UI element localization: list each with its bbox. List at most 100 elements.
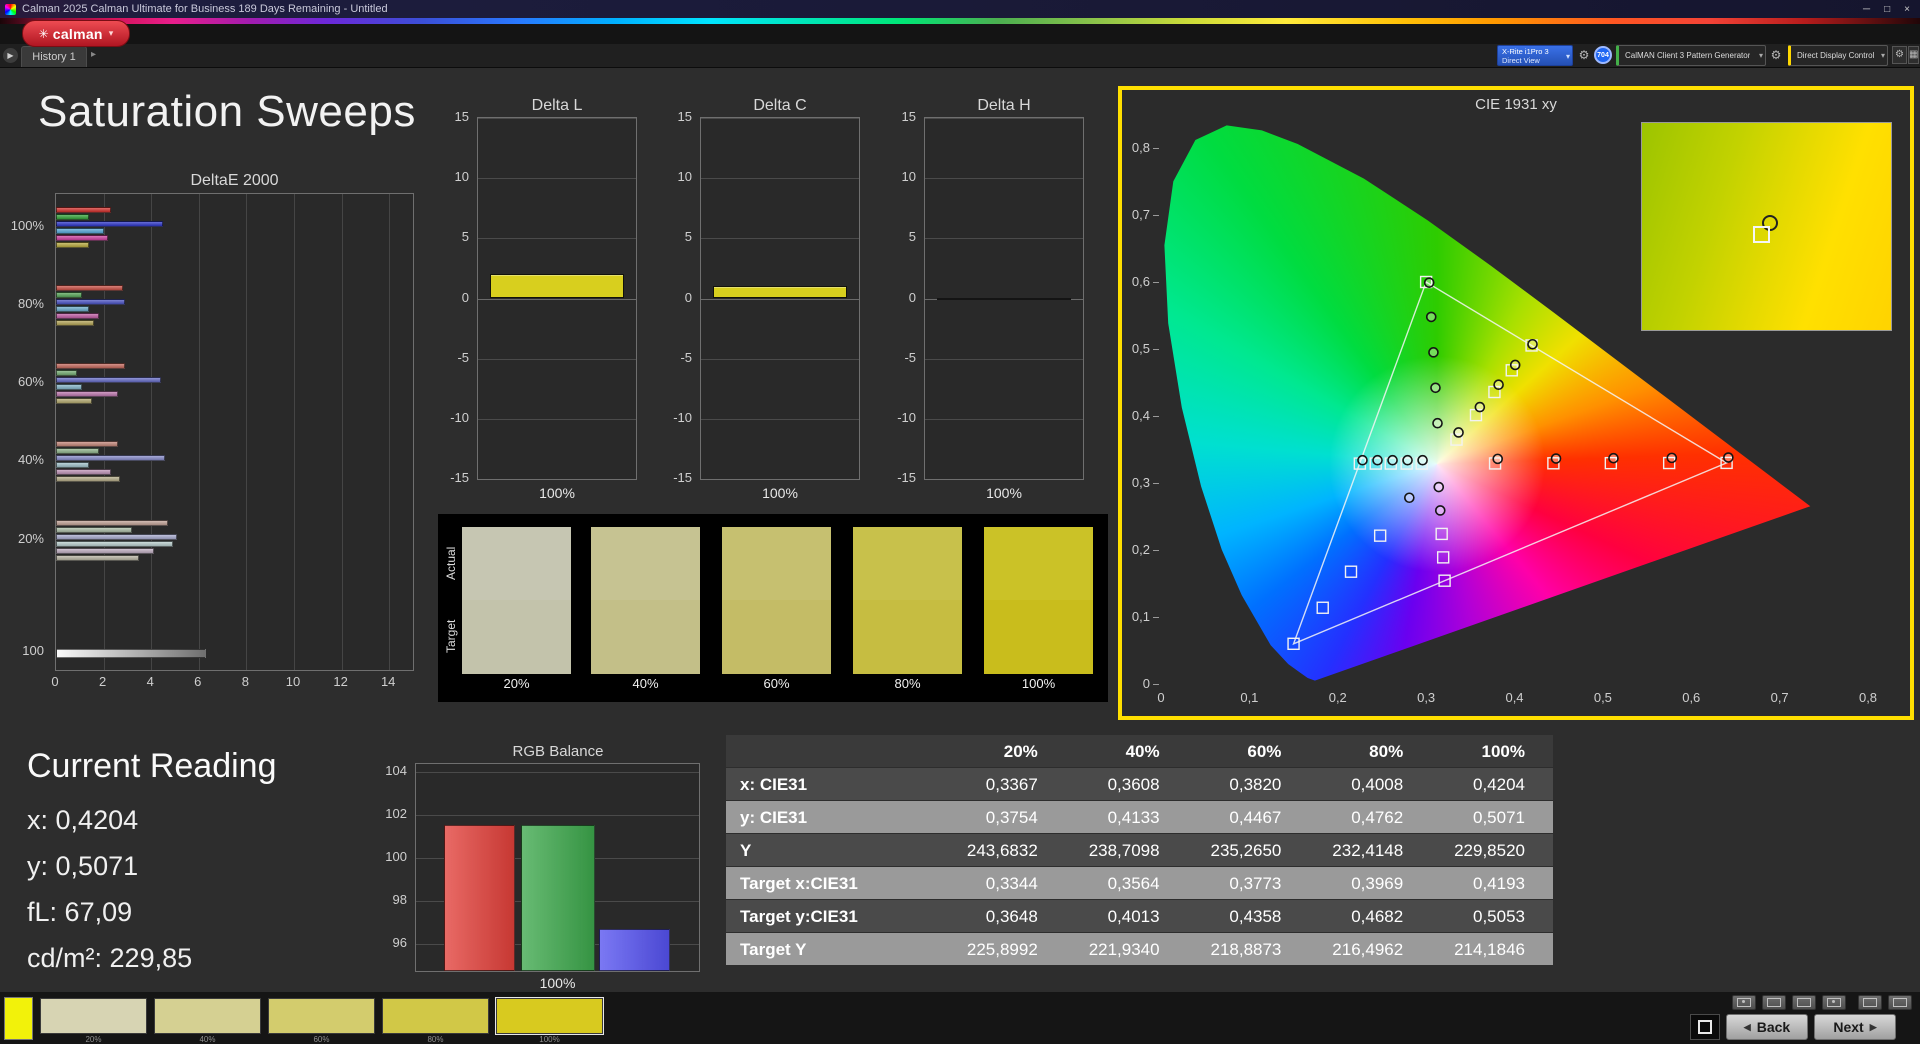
display-preview-button[interactable] xyxy=(1762,995,1786,1010)
y-tick-label: 0,3 xyxy=(1122,475,1150,490)
row-label: y: CIE31 xyxy=(726,801,944,833)
grid-line xyxy=(151,194,152,670)
target-marker-magenta xyxy=(1436,528,1447,539)
app-icon xyxy=(5,4,16,15)
cell-value: 229,8520 xyxy=(1431,834,1553,866)
meter-settings-gear-icon[interactable]: ⚙ xyxy=(1576,47,1592,63)
swatch-columns: 20%40%60%80%100% xyxy=(438,514,1108,702)
layout-grid-button[interactable]: ▦ xyxy=(1908,46,1919,64)
rgb-bar-green xyxy=(521,825,595,971)
chart-view-button[interactable] xyxy=(1858,995,1882,1010)
cell-value: 0,4467 xyxy=(1188,801,1310,833)
cell-value: 0,4193 xyxy=(1431,867,1553,899)
report-button[interactable] xyxy=(1792,995,1816,1010)
table-row: Target x:CIE310,33440,35640,37730,39690,… xyxy=(726,867,1553,900)
cell-value: 0,4008 xyxy=(1309,768,1431,800)
rgb-balance-title: RGB Balance xyxy=(413,743,703,760)
deltae-bar xyxy=(56,548,154,554)
y-tick-label: -15 xyxy=(666,470,692,486)
bottom-swatch[interactable] xyxy=(268,998,375,1034)
y-tick-label: -10 xyxy=(443,410,469,426)
bottom-swatch[interactable] xyxy=(382,998,489,1034)
help-button[interactable] xyxy=(1888,995,1912,1010)
delta-value-bar xyxy=(490,274,624,298)
maximize-button[interactable]: □ xyxy=(1884,4,1890,15)
measured-marker-yellow xyxy=(1494,380,1503,389)
deltae-bar xyxy=(56,649,206,658)
calman-menu-button[interactable]: ✳ calman ▾ xyxy=(22,20,130,47)
measured-marker-red xyxy=(1552,454,1561,463)
back-button[interactable]: ◀ Back xyxy=(1726,1014,1808,1040)
pattern-settings-gear-icon[interactable]: ⚙ xyxy=(1768,47,1784,63)
measured-marker-green xyxy=(1427,312,1436,321)
cell-value: 0,3564 xyxy=(1066,867,1188,899)
y-tick-mark xyxy=(1153,416,1159,417)
grid-line xyxy=(701,419,859,420)
deltae-bar xyxy=(56,520,168,526)
notes-button[interactable] xyxy=(1822,995,1846,1010)
deltae-bar xyxy=(56,541,173,547)
cell-value: 232,4148 xyxy=(1309,834,1431,866)
delta-l-y-axis: 151050-5-10-15 xyxy=(443,117,473,480)
meter-select-button[interactable]: X-Rite i1Pro 3 Direct View ▾ xyxy=(1497,45,1573,66)
y-tick-label: 0,2 xyxy=(1122,542,1150,557)
settings-gear-button[interactable]: ⚙ xyxy=(1892,46,1907,64)
saturation-strip: 20%40%60%80%100% xyxy=(0,992,1920,1044)
grid-line xyxy=(478,118,636,119)
tab-bar: ▶ History 1 ▸ X-Rite i1Pro 3 Direct View… xyxy=(0,44,1920,68)
tab-history-1[interactable]: History 1 xyxy=(21,46,87,67)
grid-line xyxy=(701,479,859,480)
y-tick-mark xyxy=(1153,550,1159,551)
x-tick-label: 0,2 xyxy=(1329,690,1347,705)
measured-marker-red xyxy=(1493,454,1502,463)
cell-value: 0,4762 xyxy=(1309,801,1431,833)
y-tick-label: 10 xyxy=(443,169,469,185)
y-tick-label: 0,8 xyxy=(1122,140,1150,155)
deltae-bar xyxy=(56,377,161,383)
target-marker-blue xyxy=(1317,602,1328,613)
reading-fl: fL: 67,09 xyxy=(27,897,132,928)
deltae-bar xyxy=(56,448,99,454)
y-tick-label: 104 xyxy=(381,763,407,779)
x-tick-label: 0,4 xyxy=(1505,690,1523,705)
actual-swatch xyxy=(722,527,831,600)
next-button[interactable]: Next ▶ xyxy=(1814,1014,1896,1040)
play-icon: ▶ xyxy=(7,51,13,60)
column-header: 80% xyxy=(1309,735,1431,767)
column-header: 20% xyxy=(944,735,1066,767)
bottom-swatch[interactable] xyxy=(496,998,603,1034)
calman-logo-icon: ✳ xyxy=(39,27,49,41)
x-tick-label: 0,7 xyxy=(1771,690,1789,705)
reading-cdm2: cd/m²: 229,85 xyxy=(27,943,192,974)
cell-value: 0,4358 xyxy=(1188,900,1310,932)
cie-y-axis: 00,10,20,30,40,50,60,70,8 xyxy=(1122,90,1162,716)
measured-marker-magenta xyxy=(1434,483,1443,492)
deltae-bar xyxy=(56,370,77,376)
pattern-window-button[interactable] xyxy=(1732,995,1756,1010)
grid-line xyxy=(925,178,1083,179)
measured-marker-yellow xyxy=(1511,360,1520,369)
pattern-generator-label: CalMAN Client 3 Pattern Generator xyxy=(1625,51,1750,60)
close-button[interactable]: × xyxy=(1904,4,1910,15)
stop-measurement-button[interactable] xyxy=(1690,1014,1720,1040)
measured-marker-yellow xyxy=(1528,340,1537,349)
bottom-swatch[interactable] xyxy=(154,998,261,1034)
swatch-level-label: 60% xyxy=(722,676,831,691)
bottom-swatch[interactable] xyxy=(40,998,147,1034)
y-tick-label: 0 xyxy=(1122,676,1150,691)
tab-scroll-button[interactable]: ▸ xyxy=(91,49,96,60)
rgb-chart-area xyxy=(415,763,700,972)
deltae-chart-area xyxy=(55,193,414,671)
pattern-generator-button[interactable]: CalMAN Client 3 Pattern Generator ▾ xyxy=(1616,45,1766,66)
y-tick-mark xyxy=(1153,684,1159,685)
deltae-bar xyxy=(56,299,125,305)
grid-line xyxy=(925,238,1083,239)
grid-line xyxy=(925,359,1083,360)
display-control-button[interactable]: Direct Display Control ▾ xyxy=(1788,45,1888,66)
minimize-button[interactable]: ─ xyxy=(1863,4,1870,15)
y-tick-label: 5 xyxy=(443,229,469,245)
history-nav-button[interactable]: ▶ xyxy=(3,48,18,63)
y-tick-label: 5 xyxy=(890,229,916,245)
rgb-y-axis: 1041021009896 xyxy=(381,763,411,972)
y-tick-mark xyxy=(1153,483,1159,484)
